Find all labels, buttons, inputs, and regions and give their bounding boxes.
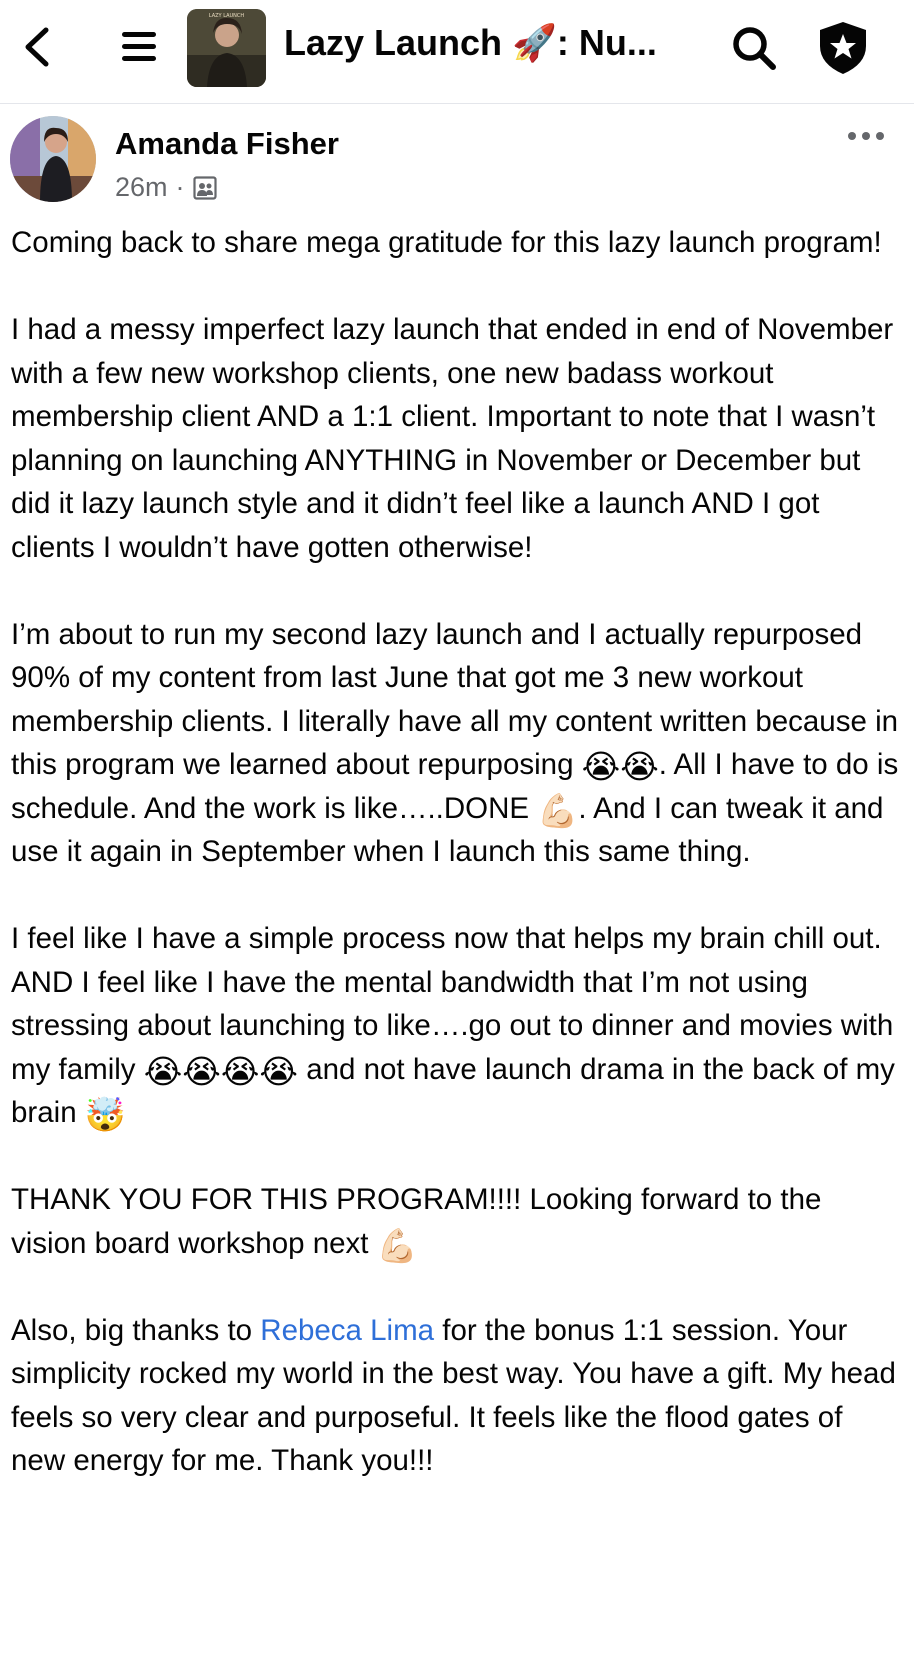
author-avatar[interactable] [10,116,96,202]
flexed-biceps-emoji: 💪🏻 [537,791,579,829]
flexed-biceps-emoji-2: 💪🏻 [376,1226,418,1264]
back-button[interactable] [18,24,58,70]
post-body: Coming back to share mega gratitude for … [11,221,901,1526]
post-paragraph-5: THANK YOU FOR THIS PROGRAM!!!! Looking f… [11,1178,901,1265]
mention-link[interactable]: Rebeca Lima [260,1314,434,1347]
search-icon [733,27,776,70]
meta-separator: · [175,172,185,202]
admin-tools-button[interactable] [816,20,870,76]
post-meta: 26m · [115,172,217,203]
admin-shield-star-icon [820,22,866,74]
hamburger-menu-icon [122,32,156,61]
group-title[interactable]: Lazy Launch 🚀: Nu... [284,22,684,64]
group-thumb-caption: LAZY LAUNCH [209,13,245,19]
top-navigation-bar: LAZY LAUNCH Lazy Launch 🚀: Nu... [0,0,914,104]
search-button[interactable] [730,24,778,72]
paragraph-6-text-a: Also, big thanks to [11,1313,261,1347]
more-dots-icon [848,132,884,140]
post-paragraph-3: I’m about to run my second lazy launch a… [11,613,901,874]
mind-blown-emoji: 🤯 [84,1096,126,1133]
avatar-image [10,116,96,202]
post-paragraph-4: I feel like I have a simple process now … [11,917,901,1135]
post-paragraph-6: Also, big thanks to Rebeca Lima for the … [11,1309,901,1483]
menu-button[interactable] [118,26,162,68]
post-timestamp[interactable]: 26m [115,172,168,203]
group-cover-image: LAZY LAUNCH [187,9,266,87]
crying-emoji-group: 😭😭😭😭 [143,1052,298,1090]
post-paragraph-1: Coming back to share mega gratitude for … [11,226,882,259]
group-cover-thumbnail[interactable]: LAZY LAUNCH [187,9,266,87]
post-options-button[interactable] [846,124,886,148]
post-author-name[interactable]: Amanda Fisher [115,126,339,162]
back-chevron-icon [25,27,49,67]
crying-emoji: 😭😭 [581,748,659,785]
post-paragraph-2: I had a messy imperfect lazy launch that… [11,313,894,564]
group-audience-icon [192,175,217,200]
